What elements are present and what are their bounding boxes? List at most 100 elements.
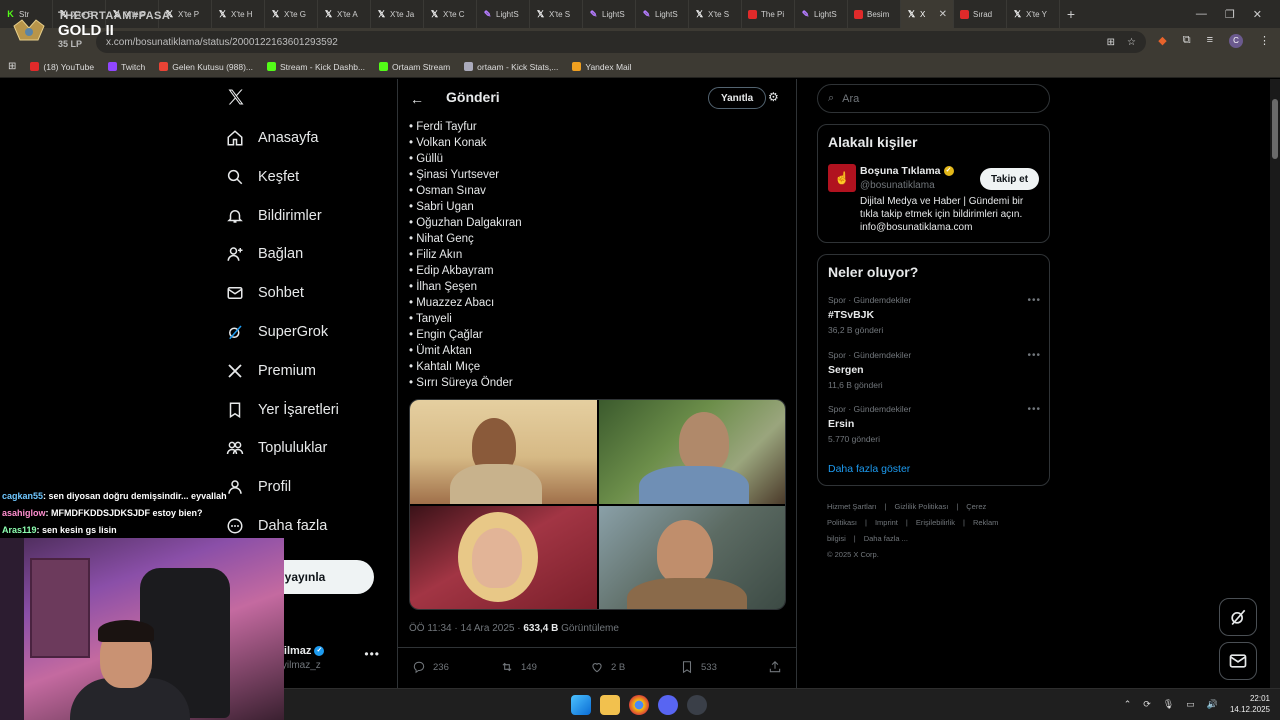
extension-icon[interactable]: ◆ bbox=[1158, 34, 1166, 48]
messages-fab[interactable] bbox=[1219, 642, 1257, 680]
nav-item-sohbet[interactable]: Sohbet bbox=[226, 278, 304, 308]
bookmark-item[interactable]: ortaam - Kick Stats,... bbox=[464, 62, 558, 72]
chrome-icon[interactable] bbox=[629, 695, 649, 715]
trend-count: 11,6 B gönderi bbox=[828, 379, 883, 390]
media-photo-2[interactable] bbox=[598, 400, 785, 504]
browser-tab[interactable]: 𝕏 X'te Ja bbox=[371, 0, 424, 28]
post-timestamp[interactable]: ÖÖ 11:34 · 14 Ara 2025 · bbox=[409, 623, 523, 634]
post-media-grid[interactable] bbox=[409, 399, 786, 610]
more-dots-icon[interactable]: ••• bbox=[1027, 295, 1041, 306]
puzzle-icon[interactable]: ⧉ bbox=[1183, 34, 1191, 48]
kick-icon bbox=[379, 62, 389, 71]
heart-icon bbox=[592, 663, 602, 673]
nav-item-premium[interactable]: Premium bbox=[226, 356, 316, 386]
browser-tab[interactable]: Besim bbox=[848, 0, 901, 28]
relevant-name[interactable]: Boşuna Tıklama bbox=[860, 165, 941, 177]
show-more-link[interactable]: Daha fazla göster bbox=[828, 463, 910, 475]
browser-tab[interactable]: Sırad bbox=[954, 0, 1007, 28]
microphone-icon[interactable]: 🎙 bbox=[1163, 699, 1174, 710]
nav-item-ke-fet[interactable]: Keşfet bbox=[226, 162, 299, 192]
sync-icon[interactable]: ⟳ bbox=[1143, 699, 1151, 710]
trend-item[interactable]: Spor · Gündemdekiler Ersin 5.770 gönderi ••… bbox=[828, 404, 1041, 444]
more-dots-icon[interactable]: ••• bbox=[1027, 350, 1041, 361]
browser-tab[interactable]: 𝕏 X'te G bbox=[265, 0, 318, 28]
footer-link[interactable]: Erişilebilirlik bbox=[916, 518, 955, 527]
right-sidebar: ⌕ Alakalı kişiler ☝ Boşuna Tıklama✓ @bos… bbox=[817, 79, 1050, 688]
nav-item-anasayfa[interactable]: Anasayfa bbox=[226, 123, 318, 153]
nav-item-yer-i-aretleri[interactable]: Yer İşaretleri bbox=[226, 395, 339, 425]
kick-icon bbox=[267, 62, 277, 71]
nav-item-topluluklar[interactable]: Topluluklar bbox=[226, 433, 327, 463]
more-dots-icon[interactable]: ••• bbox=[364, 647, 380, 661]
follow-button[interactable]: Takip et bbox=[980, 168, 1040, 190]
more-dots-icon[interactable]: ••• bbox=[1027, 404, 1041, 415]
footer-link[interactable]: Imprint bbox=[875, 518, 898, 527]
like-action[interactable]: 2 B bbox=[590, 660, 625, 674]
bookmark-action[interactable]: 533 bbox=[680, 660, 717, 674]
steam-icon[interactable] bbox=[687, 695, 707, 715]
footer-link[interactable]: Daha fazla ... bbox=[864, 534, 908, 543]
clock[interactable]: 22:01 14.12.2025 bbox=[1230, 693, 1270, 715]
back-arrow-icon[interactable]: ← bbox=[410, 91, 424, 107]
bookmark-item[interactable]: Yandex Mail bbox=[572, 62, 632, 72]
browser-tab[interactable]: 𝕏 X ✕ bbox=[901, 0, 954, 28]
star-icon[interactable]: ☆ bbox=[1127, 37, 1136, 48]
search-input[interactable] bbox=[842, 92, 1023, 105]
kebab-menu-icon[interactable]: ⋮ bbox=[1259, 34, 1270, 48]
repost-action[interactable]: 149 bbox=[500, 660, 537, 674]
media-photo-1[interactable] bbox=[410, 400, 597, 504]
like-count: 2 B bbox=[611, 661, 626, 673]
list-item: • Güllü bbox=[409, 153, 444, 165]
grok-fab[interactable] bbox=[1219, 598, 1257, 636]
relevant-avatar[interactable]: ☝ bbox=[828, 164, 856, 192]
reply-button[interactable]: Yanıtla bbox=[708, 87, 767, 109]
search-box[interactable]: ⌕ bbox=[817, 84, 1050, 113]
install-app-icon[interactable]: ⊞ bbox=[1107, 37, 1115, 48]
scrollbar-thumb[interactable] bbox=[1272, 99, 1278, 159]
share-action[interactable] bbox=[768, 660, 782, 674]
browser-tab[interactable]: 𝕏 X'te S bbox=[689, 0, 742, 28]
restore-icon[interactable]: ❐ bbox=[1225, 8, 1235, 21]
profile-avatar[interactable]: C bbox=[1229, 34, 1243, 48]
windows-start-icon[interactable] bbox=[571, 695, 591, 715]
nav-item-ba-lan[interactable]: Bağlan bbox=[226, 239, 303, 269]
browser-tab[interactable]: ✎ LightS bbox=[477, 0, 530, 28]
browser-tab[interactable]: 𝕏 X'te C bbox=[424, 0, 477, 28]
x-logo-icon[interactable] bbox=[226, 87, 246, 107]
tray-chevron-icon[interactable]: ⌃ bbox=[1124, 699, 1132, 710]
browser-tab[interactable]: 𝕏 X'te S bbox=[530, 0, 583, 28]
minimize-icon[interactable]: — bbox=[1196, 8, 1207, 21]
trend-item[interactable]: Spor · Gündemdekiler Sergen 11,6 B gönderi… bbox=[828, 350, 1041, 390]
close-tab-icon[interactable]: ✕ bbox=[939, 9, 947, 20]
webcam-overlay bbox=[0, 538, 284, 720]
media-control-icon[interactable]: ≡ bbox=[1207, 34, 1213, 48]
new-tab-icon[interactable]: + bbox=[1060, 6, 1082, 22]
media-photo-3[interactable] bbox=[410, 505, 597, 609]
close-window-icon[interactable]: ✕ bbox=[1253, 8, 1262, 21]
media-photo-4[interactable] bbox=[598, 505, 785, 609]
browser-tab[interactable]: 𝕏 X'te A bbox=[318, 0, 371, 28]
discord-icon[interactable] bbox=[658, 695, 678, 715]
browser-tab[interactable]: ✎ LightS bbox=[795, 0, 848, 28]
bookmark-item[interactable]: Stream - Kick Dashb... bbox=[267, 62, 365, 72]
omnibox[interactable]: x.com/bosunatiklama/status/2000122163601… bbox=[96, 31, 1146, 53]
reply-action[interactable]: 236 bbox=[412, 660, 449, 674]
file-explorer-icon[interactable] bbox=[600, 695, 620, 715]
footer-link[interactable]: Hizmet Şartları bbox=[827, 502, 877, 511]
trend-item[interactable]: Spor · Gündemdekiler #TSvBJK 36,2 B gönder… bbox=[828, 295, 1041, 335]
page-scrollbar[interactable] bbox=[1270, 79, 1280, 688]
network-icon[interactable]: ▭ bbox=[1186, 699, 1195, 710]
footer-link[interactable]: © 2025 X Corp. bbox=[827, 550, 879, 559]
nav-item-bildirimler[interactable]: Bildirimler bbox=[226, 201, 322, 231]
volume-icon[interactable]: 🔊 bbox=[1207, 699, 1218, 710]
filter-settings-icon[interactable]: ⚙ bbox=[768, 90, 779, 104]
browser-tab[interactable]: The Pi bbox=[742, 0, 795, 28]
nav-item-supergrok[interactable]: SuperGrok bbox=[226, 317, 328, 347]
browser-tab[interactable]: ✎ LightS bbox=[583, 0, 636, 28]
browser-tab[interactable]: 𝕏 X'te Y bbox=[1007, 0, 1060, 28]
relevant-handle[interactable]: @bosunatiklama bbox=[860, 180, 935, 191]
footer-link[interactable]: Gizlilik Politikası bbox=[895, 502, 949, 511]
bookmark-item[interactable]: Ortaam Stream bbox=[379, 62, 450, 72]
reply-count: 236 bbox=[433, 661, 449, 673]
browser-tab[interactable]: ✎ LightS bbox=[636, 0, 689, 28]
